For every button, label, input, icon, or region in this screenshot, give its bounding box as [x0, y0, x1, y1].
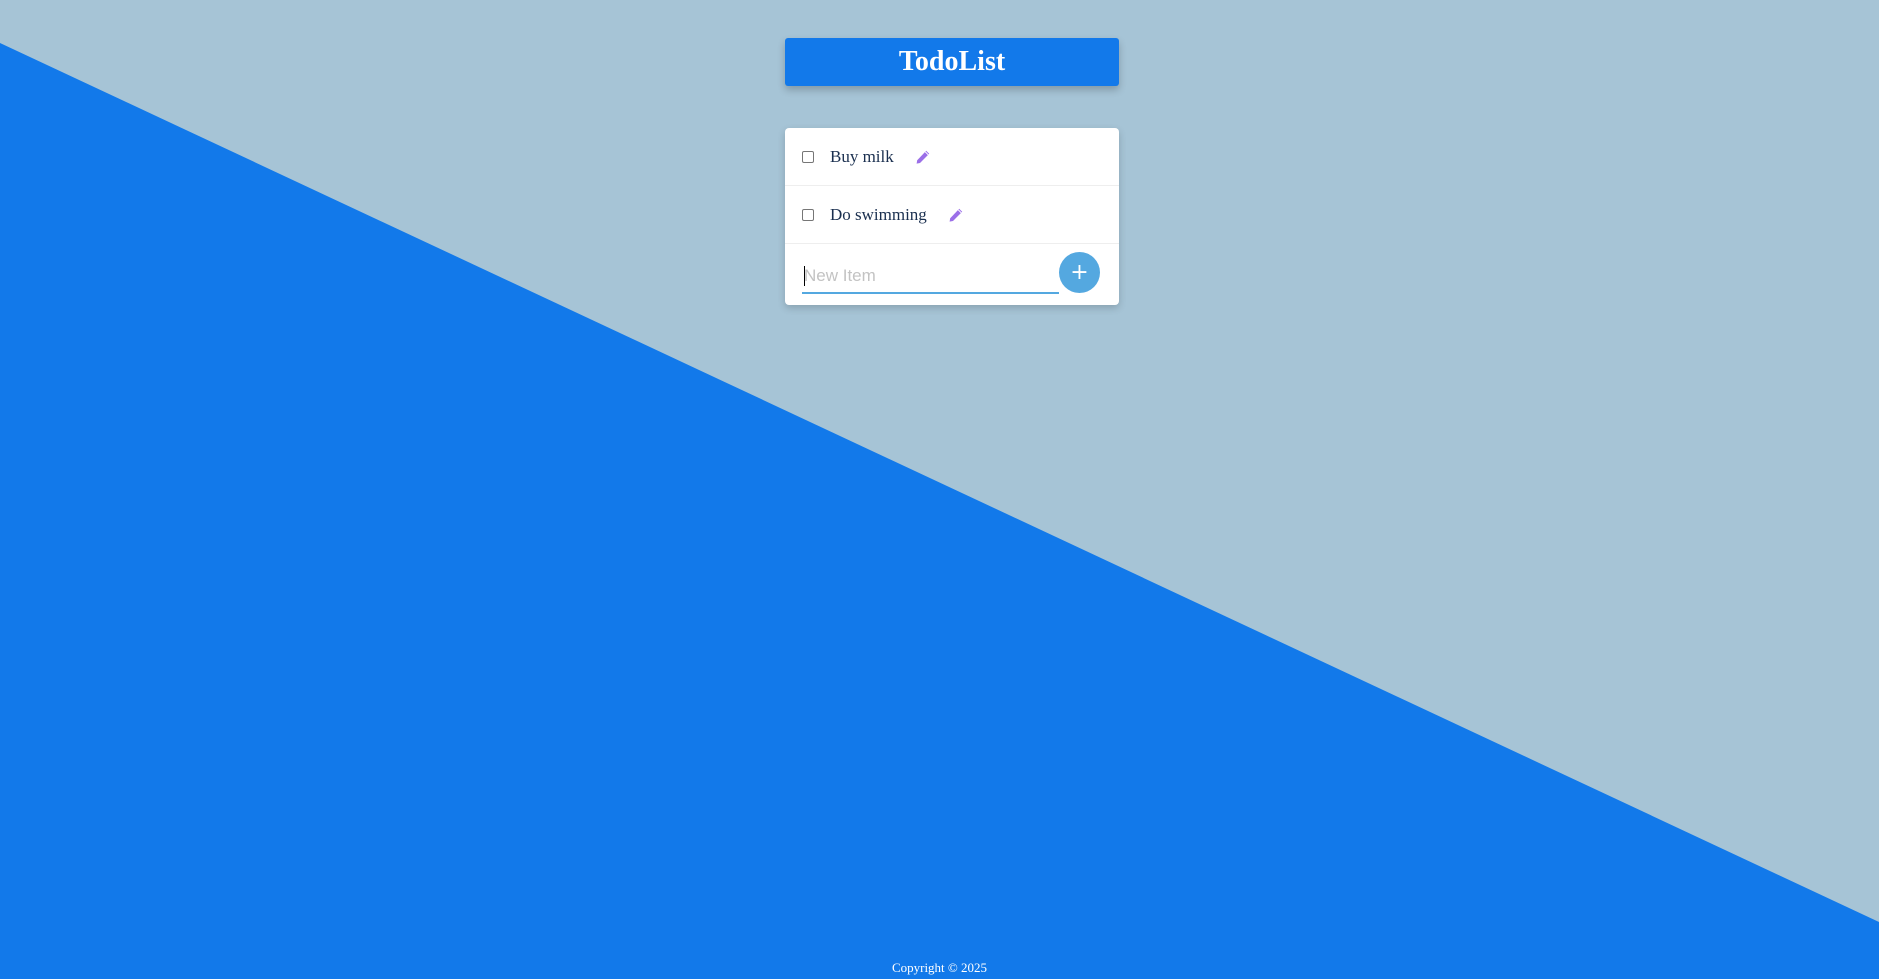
- new-item-row: +: [785, 244, 1119, 304]
- todo-checkbox[interactable]: [802, 150, 814, 163]
- todo-item: Buy milk: [785, 128, 1119, 186]
- footer-copyright: Copyright © 2025: [891, 960, 988, 975]
- add-item-button[interactable]: +: [1059, 252, 1100, 293]
- pencil-icon[interactable]: [914, 148, 932, 166]
- new-item-input[interactable]: [802, 260, 1059, 294]
- todo-item: Do swimming: [785, 186, 1119, 244]
- pencil-icon[interactable]: [947, 206, 965, 224]
- app-title: TodoList: [898, 46, 1006, 77]
- todo-card: Buy milk Do swimming +: [785, 128, 1119, 305]
- todo-checkbox[interactable]: [802, 208, 814, 221]
- todo-item-label: Buy milk: [830, 146, 894, 166]
- text-cursor: [804, 266, 805, 286]
- todo-item-label: Do swimming: [830, 204, 927, 224]
- header-banner: TodoList: [785, 38, 1119, 86]
